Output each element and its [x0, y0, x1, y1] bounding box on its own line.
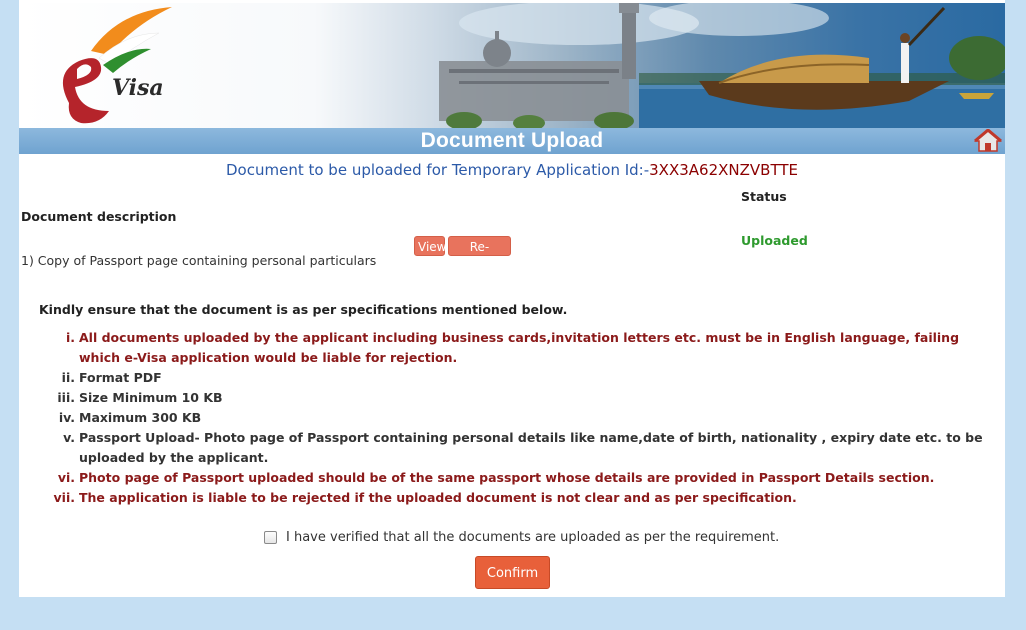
confirm-button[interactable]: Confirm — [475, 556, 550, 589]
spec-item: vi. Photo page of Passport uploaded shou… — [49, 468, 1004, 488]
spec-item: v. Passport Upload- Photo page of Passpo… — [49, 428, 1004, 468]
spec-item-number: vi. — [57, 470, 75, 485]
application-id-line: Document to be uploaded for Temporary Ap… — [19, 161, 1005, 179]
application-id-prefix: Document to be uploaded for Temporary Ap… — [226, 161, 650, 179]
logo-text: Visa — [112, 75, 164, 101]
spec-item-number: iv. — [58, 410, 75, 425]
spec-item-text: Passport Upload- Photo page of Passport … — [79, 430, 983, 465]
spec-item-text: Format PDF — [79, 370, 162, 385]
spec-item-number: iii. — [57, 390, 75, 405]
spec-item-number: v. — [63, 430, 75, 445]
spec-item: iii. Size Minimum 10 KB — [49, 388, 1004, 408]
application-id-value: 3XX3A62XNZVBTTE — [649, 161, 798, 179]
specifications-list: i. All documents uploaded by the applica… — [49, 328, 1004, 508]
description-column-header: Document description — [21, 209, 177, 224]
view-button[interactable]: View — [414, 236, 446, 256]
spec-item-text: All documents uploaded by the applicant … — [79, 330, 960, 365]
spec-item-number: ii. — [61, 370, 75, 385]
spec-item: i. All documents uploaded by the applica… — [49, 328, 1004, 368]
spec-item-number: i. — [65, 330, 75, 345]
status-column-header: Status — [741, 189, 787, 204]
home-icon[interactable] — [973, 128, 1003, 153]
spec-item-text: The application is liable to be rejected… — [79, 490, 797, 505]
verify-label: I have verified that all the documents a… — [286, 530, 780, 545]
evisa-logo: Visa — [39, 3, 179, 128]
verify-row: I have verified that all the documents a… — [264, 530, 779, 545]
document-status: Uploaded — [741, 233, 808, 248]
page-container: Visa Document Upload Document to be uplo… — [19, 0, 1005, 597]
specifications-intro: Kindly ensure that the document is as pe… — [39, 302, 568, 317]
page-title-bar: Document Upload — [19, 128, 1005, 154]
reupload-button[interactable]: Re-upload — [448, 236, 511, 274]
spec-item-text: Maximum 300 KB — [79, 410, 202, 425]
spec-item-number: vii. — [53, 490, 75, 505]
spec-item-text: Size Minimum 10 KB — [79, 390, 223, 405]
spec-item: ii. Format PDF — [49, 368, 1004, 388]
document-row-label: 1) Copy of Passport page containing pers… — [21, 253, 377, 268]
verify-checkbox[interactable] — [264, 531, 277, 544]
spec-item: vii. The application is liable to be rej… — [49, 488, 1004, 508]
page-title: Document Upload — [420, 129, 604, 152]
spec-item-text: Photo page of Passport uploaded should b… — [79, 470, 935, 485]
header-banner: Visa — [19, 3, 1005, 128]
spec-item: iv. Maximum 300 KB — [49, 408, 1004, 428]
